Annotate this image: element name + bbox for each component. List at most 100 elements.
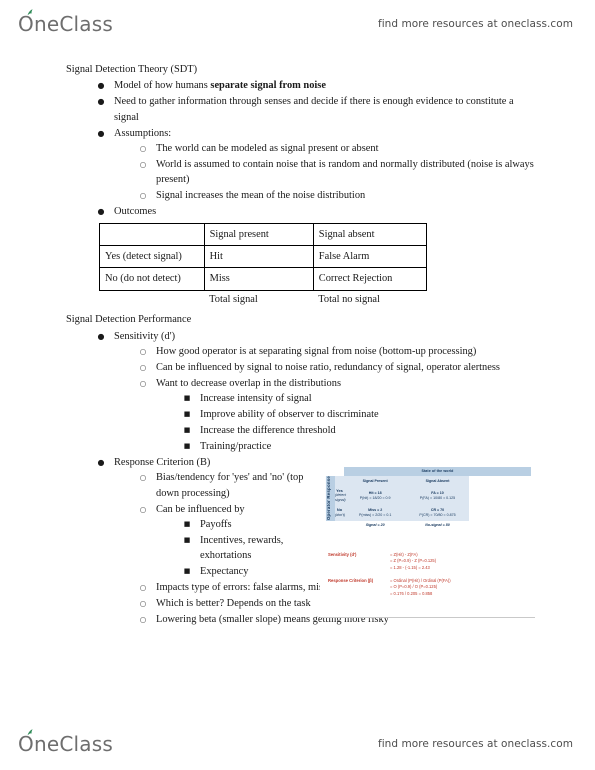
leaf-icon [27, 9, 33, 16]
logo-wordmark: OneClass [18, 12, 113, 36]
matrix-corner-blank-2 [335, 467, 344, 476]
matrix-subheader-row: Operator Response Signal Present Signal … [326, 476, 531, 521]
table-header-cell: Signal absent [312, 222, 428, 246]
page-footer: OneClass find more resources at oneclass… [0, 724, 595, 764]
list-item: ○ Can be influenced by signal to noise r… [136, 360, 534, 375]
square-bullet-icon: ■ [183, 441, 191, 450]
formula-line: = 1.28 - (-1.15) = 2.43 [390, 564, 430, 570]
matrix-cell-hit: Hit = 18 P(hit) = 18/20 = 0.9 [344, 487, 407, 504]
disc-bullet-icon: ● [97, 81, 105, 91]
response-criterion-formula-label: Response Criterion (β) [328, 578, 374, 584]
sensitivity-subsublist: ■ Increase intensity of signal ■ Improve… [180, 391, 534, 454]
sdt-confusion-matrix: State of the world Operator Response Sig… [326, 467, 531, 530]
logo-wordmark: OneClass [18, 732, 113, 756]
matrix-totals-row: Signal = 20 No-signal = 80 [326, 521, 531, 530]
matrix-row-label-yes: Yes (detect signal) [335, 487, 346, 504]
bullet-text-bold: separate signal from noise [210, 80, 326, 92]
formula-line: = 0.176 / 0.205 = 0.858 [390, 590, 433, 596]
list-item-text: The world can be modeled as signal prese… [156, 143, 379, 155]
sensitivity-sublist: ○ How good operator is at separating sig… [136, 344, 534, 454]
list-item-text: Need to gather information through sense… [114, 96, 514, 123]
disc-bullet-icon: ● [97, 207, 105, 217]
sensitivity-formula-lines: = Z(Hit) - Z(FA) = Z (P=0.9) - Z (P=0.12… [390, 552, 436, 571]
cell-probability: P(FA) = 10/80 = 0.125 [419, 495, 456, 500]
square-bullet-icon: ■ [183, 410, 191, 419]
cell-probability: P(hit) = 18/20 = 0.9 [359, 495, 391, 500]
matrix-state-of-world-header: State of the world [344, 467, 531, 476]
list-item-text: Incentives, rewards, exhortations [200, 534, 284, 562]
circle-bullet-icon: ○ [139, 504, 147, 514]
matrix-total-signal: Signal = 20 [344, 521, 407, 530]
circle-bullet-icon: ○ [139, 473, 147, 483]
table-row: Yes (detect signal) Hit False Alarm [99, 244, 428, 269]
sensitivity-formula: Sensitivity (d') = Z(Hit) - Z(FA) = Z (P… [328, 552, 528, 571]
leaf-icon [27, 729, 33, 736]
list-item: ○ The world can be modeled as signal pre… [136, 141, 534, 156]
matrix-cell-miss: Miss = 2 P(miss) = 2/20 = 0.1 [344, 504, 407, 521]
matrix-row-no: No (don't) Miss = 2 P(miss) = 2/20 = 0.1… [326, 504, 531, 521]
circle-bullet-icon: ○ [139, 191, 147, 201]
header-tagline: find more resources at oneclass.com [377, 18, 573, 30]
square-bullet-icon: ■ [183, 394, 191, 403]
table-cell: Miss [203, 267, 314, 291]
list-item: ● Outcomes [94, 204, 534, 219]
matrix-col-header-signal-present: Signal Present [344, 476, 407, 487]
square-bullet-icon: ■ [183, 535, 191, 544]
totals-blank-2 [335, 521, 344, 530]
table-header-cell [99, 222, 205, 246]
list-item-text: Want to decrease overlap in the distribu… [156, 377, 341, 389]
circle-bullet-icon: ○ [139, 583, 147, 593]
matrix-rowlabel-blank [335, 476, 344, 487]
response-criterion-formula: Response Criterion (β) = Ordinal (P(Hit)… [328, 578, 528, 597]
totals-blank-1 [326, 521, 335, 530]
sensitivity-formula-label: Sensitivity (d') [328, 552, 357, 557]
oneclass-logo-footer: OneClass [18, 729, 113, 756]
page-title: Signal Detection Theory (SDT) [66, 64, 198, 75]
circle-bullet-icon: ○ [139, 378, 147, 388]
outcomes-table: Signal present Signal absent Yes (detect… [99, 222, 428, 311]
slide-formula-block: Sensitivity (d') = Z(Hit) - Z(FA) = Z (P… [328, 552, 528, 604]
circle-bullet-icon: ○ [139, 347, 147, 356]
list-item: ■ Increase the difference threshold [180, 423, 350, 438]
list-item: ○ Want to decrease overlap in the distri… [136, 376, 534, 455]
cell-probability: P(CR) = 70/80 = 0.875 [419, 512, 456, 517]
outcomes-table-wrapper: Signal present Signal absent Yes (detect… [99, 222, 428, 311]
response-criterion-formula-lines: = Ordinal (P(Hit) / Ordinal (P(FA)) = O … [390, 578, 451, 597]
list-item-text: Assumptions: [114, 127, 172, 139]
sdt-bullet-list: ● Model of how humans separate signal fr… [94, 78, 534, 219]
assumptions-sublist: ○ The world can be modeled as signal pre… [136, 141, 534, 204]
circle-bullet-icon: ○ [139, 614, 147, 624]
list-item-text: Can be influenced by signal to noise rat… [156, 361, 500, 373]
circle-bullet-icon: ○ [139, 144, 147, 154]
bullet-text-plain: Model of how humans [114, 80, 211, 92]
list-item: ■ Increase intensity of signal [180, 391, 534, 406]
table-total-cell: Total signal [209, 293, 258, 305]
matrix-total-no-signal: No-signal = 80 [406, 521, 469, 530]
disc-bullet-icon: ● [97, 457, 105, 467]
page-header: OneClass find more resources at oneclass… [0, 4, 595, 44]
table-row: No (do not detect) Miss Correct Rejectio… [99, 267, 428, 291]
list-item-text: Outcomes [114, 206, 157, 218]
list-item: ○ How good operator is at separating sig… [136, 344, 534, 359]
disc-bullet-icon: ● [97, 128, 105, 138]
list-item: ● Model of how humans separate signal fr… [94, 78, 534, 93]
matrix-cell-false-alarm: FA = 10 P(FA) = 10/80 = 0.125 [406, 487, 469, 504]
table-header-row: Signal present Signal absent [99, 222, 428, 246]
matrix-table: State of the world Operator Response Sig… [326, 467, 531, 530]
matrix-row-label-no: No (don't) [335, 504, 346, 521]
list-item-text: Sensitivity (d') [114, 330, 176, 342]
table-cell: False Alarm [312, 244, 428, 269]
circle-bullet-icon: ○ [139, 159, 147, 169]
list-item: ■ Training/practice [180, 439, 534, 454]
table-cell: Hit [203, 244, 314, 269]
list-item-text: Improve ability of observer to discrimin… [200, 409, 379, 421]
table-header-cell: Signal present [203, 222, 314, 246]
list-item: ○ Signal increases the mean of the noise… [136, 188, 534, 203]
section-heading-performance: Signal Detection Performance [66, 314, 192, 326]
row-label-line2: (don't) [335, 512, 346, 517]
table-totals-row: Total signal Total no signal [100, 290, 427, 310]
list-item: ■ Improve ability of observer to discrim… [180, 407, 534, 422]
cell-probability: P(miss) = 2/20 = 0.1 [358, 512, 392, 517]
list-item-text: Bias/tendency for 'yes' and 'no' (top do… [156, 472, 304, 499]
matrix-cell-correct-rejection: CR = 70 P(CR) = 70/80 = 0.875 [406, 504, 469, 521]
